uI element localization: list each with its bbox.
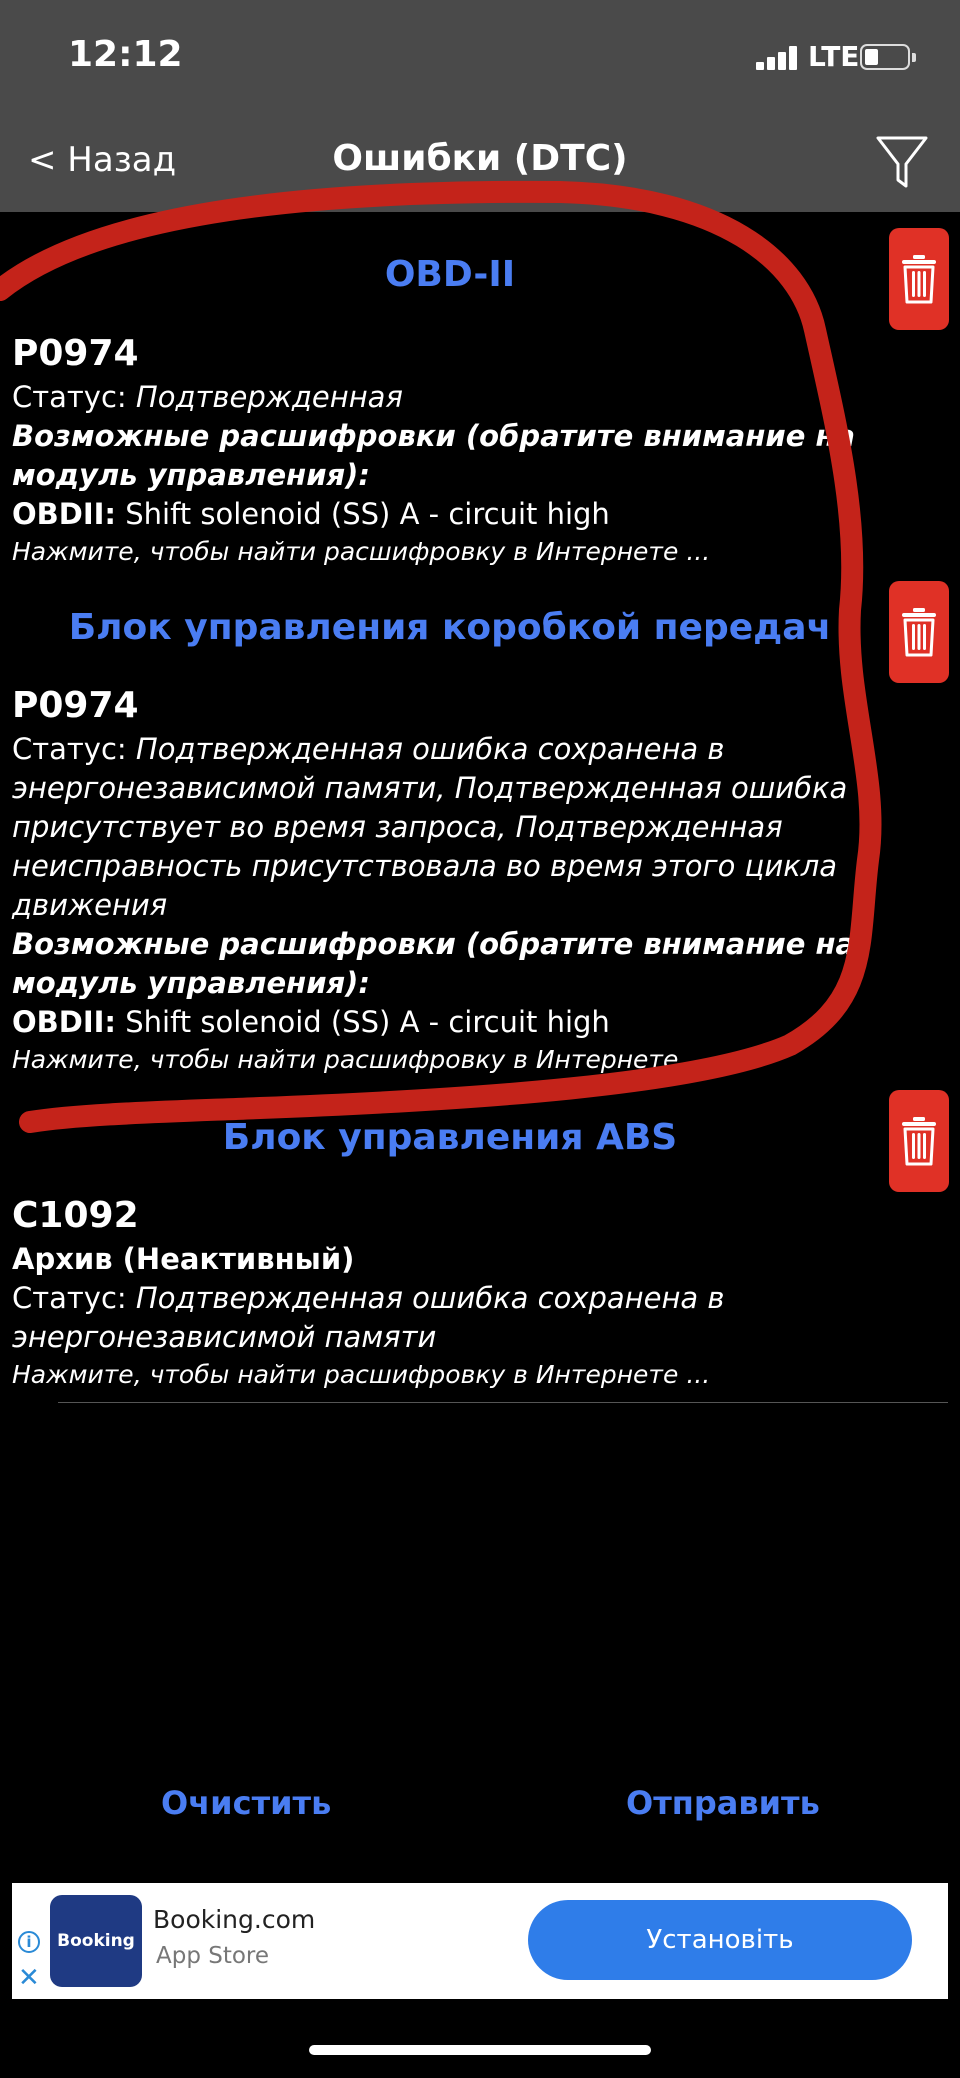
trash-icon: [902, 1117, 936, 1166]
dtc-code: C1092: [12, 1195, 139, 1236]
battery-icon: [860, 44, 916, 70]
ad-subtitle: App Store: [156, 1943, 270, 1969]
dtc-search-hint[interactable]: Нажмите, чтобы найти расшифровку в Интер…: [12, 1357, 902, 1393]
signal-icon: [756, 46, 800, 70]
trash-icon: [902, 608, 936, 657]
dtc-status: Статус: Подтвержденная: [12, 380, 403, 414]
dtc-entry[interactable]: C1092 Архив (Неактивный) Статус: Подтвер…: [12, 1192, 902, 1393]
dtc-decode: OBDII: Shift solenoid (SS) A - circuit h…: [12, 1005, 610, 1039]
funnel-icon[interactable]: [874, 132, 930, 192]
clear-button[interactable]: Очистить: [161, 1784, 331, 1822]
network-type: LTE: [808, 40, 860, 73]
dtc-code: P0974: [12, 333, 139, 374]
dtc-decode-title: Возможные расшифровки (обратите внимание…: [12, 927, 856, 1000]
status-bar: 12:12 LTE: [0, 0, 960, 120]
send-button[interactable]: Отправить: [626, 1784, 820, 1822]
section-header-transmission: Блок управления коробкой передач: [68, 607, 832, 648]
ad-title: Booking.com: [153, 1905, 316, 1934]
dtc-code: P0974: [12, 685, 139, 726]
section-header-obd2: OBD-II: [384, 254, 516, 295]
status-time: 12:12: [68, 34, 183, 75]
dtc-archive-label: Архив (Неактивный): [12, 1242, 355, 1276]
dtc-decode-title: Возможные расшифровки (обратите внимание…: [12, 419, 856, 492]
trash-icon: [902, 255, 936, 304]
ad-app-logo[interactable]: Booking: [50, 1895, 142, 1987]
dtc-search-hint[interactable]: Нажмите, чтобы найти расшифровку в Интер…: [12, 534, 902, 570]
dtc-search-hint[interactable]: Нажмите, чтобы найти расшифровку в Интер…: [12, 1042, 902, 1078]
list-divider: [58, 1402, 948, 1403]
home-indicator: [309, 2045, 651, 2055]
dtc-decode: OBDII: Shift solenoid (SS) A - circuit h…: [12, 497, 610, 531]
ad-install-button[interactable]: Установіть: [528, 1900, 912, 1980]
info-icon[interactable]: i: [18, 1931, 40, 1953]
section-header-abs: Блок управления ABS: [222, 1117, 678, 1158]
dtc-status: Статус: Подтвержденная ошибка сохранена …: [12, 732, 848, 922]
delete-section-obd2-button[interactable]: [889, 228, 949, 330]
page-title: Ошибки (DTC): [332, 138, 628, 179]
delete-section-transmission-button[interactable]: [889, 581, 949, 683]
dtc-entry[interactable]: P0974 Статус: Подтвержденная ошибка сохр…: [12, 682, 902, 1078]
navigation-bar: < Назад Ошибки (DTC): [0, 120, 960, 212]
dtc-status: Статус: Подтвержденная ошибка сохранена …: [12, 1281, 725, 1354]
delete-section-abs-button[interactable]: [889, 1090, 949, 1192]
dtc-entry[interactable]: P0974 Статус: Подтвержденная Возможные р…: [12, 330, 902, 570]
ad-banner[interactable]: i ✕ Booking Booking.com App Store Устано…: [12, 1883, 948, 1999]
close-icon[interactable]: ✕: [18, 1965, 40, 1991]
